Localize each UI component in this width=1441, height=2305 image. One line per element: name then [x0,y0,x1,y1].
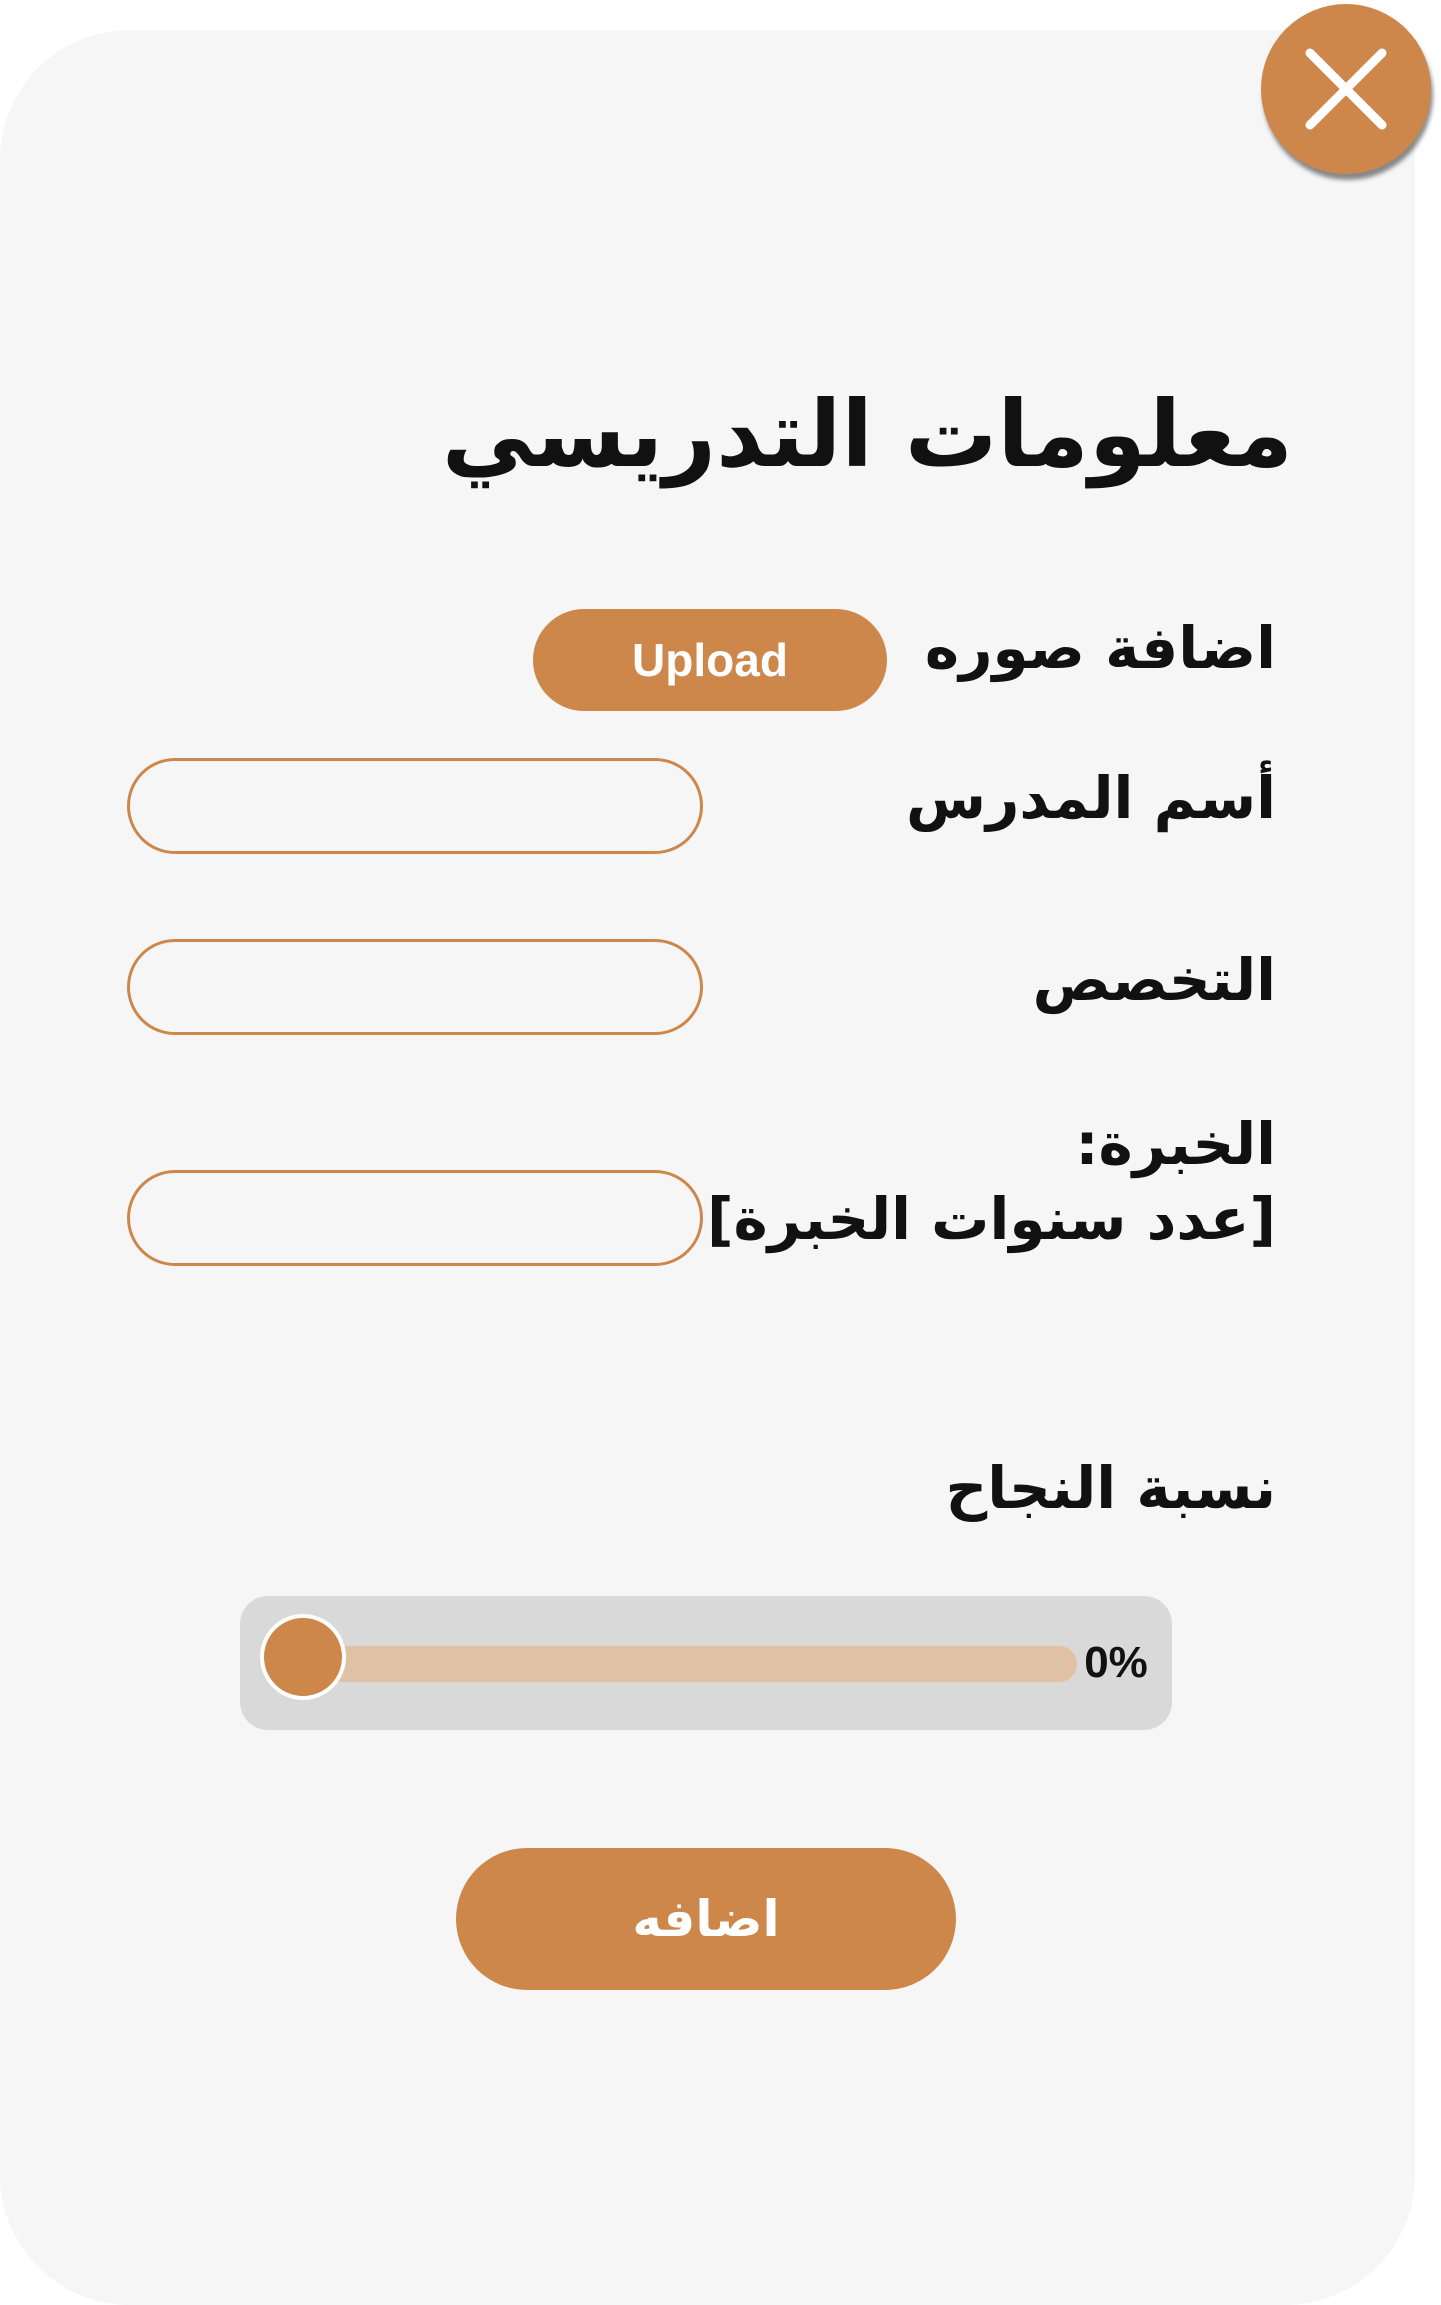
success-rate-label: نسبة النجاح [945,1454,1276,1522]
teacher-name-label: أسم المدرس [905,764,1276,832]
close-icon [1305,48,1387,130]
experience-hint: [عدد سنوات الخبرة] [707,1185,1276,1253]
specialization-input[interactable] [127,939,703,1035]
slider-track[interactable] [300,1646,1077,1682]
success-rate-slider: 0% [240,1596,1172,1730]
experience-label: الخبرة: [1075,1110,1276,1178]
upload-button[interactable]: Upload [533,609,887,711]
close-button[interactable] [1261,4,1431,174]
experience-input[interactable] [127,1170,703,1266]
specialization-label: التخصص [1032,946,1276,1014]
slider-value: 0% [1084,1638,1148,1687]
teacher-name-input[interactable] [127,758,703,854]
page-title: معلومات التدريسي [441,381,1293,488]
add-button[interactable]: اضافه [456,1848,956,1990]
slider-thumb[interactable] [260,1614,346,1700]
image-label: اضافة صوره [924,614,1276,682]
